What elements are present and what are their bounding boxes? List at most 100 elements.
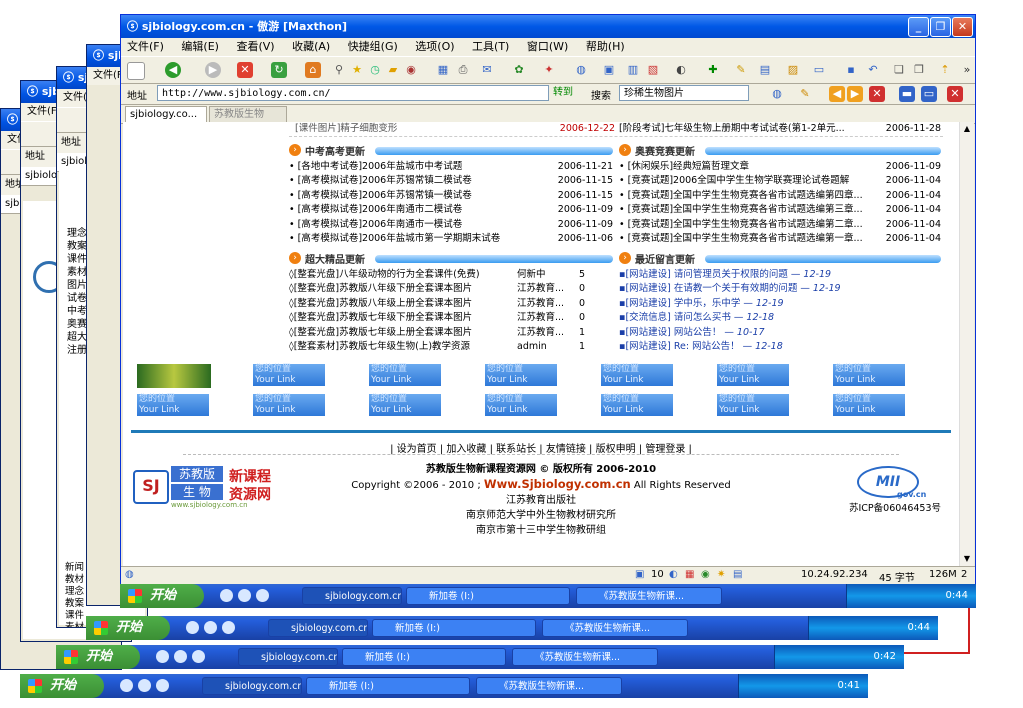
list-item[interactable]: • [各地中考试卷]2006年盐城市中考试题 2006-11-21 [289, 160, 613, 174]
home-icon[interactable]: ⌂ [305, 62, 321, 78]
copy-icon[interactable]: ❏ [891, 62, 907, 78]
folder-icon[interactable]: ▰ [385, 62, 401, 78]
list-item[interactable]: ◊[整套光盘]苏教版八年级下册全套课本图片 江苏教育... 0 [289, 282, 613, 296]
list-item[interactable]: ▪[网站建设] Re: 网站公告！ — 12-18 [619, 340, 941, 354]
list-item[interactable]: ▪[网站建设] 学中乐，乐中学 — 12-19 [619, 297, 941, 311]
list-item[interactable]: • [竞赛试题]全国中学生生物竞赛各省市试题选编第二章... 2006-11-04 [619, 218, 941, 232]
site-logo[interactable]: SJ 苏教版 新课程 生 物 资源网 www.sjbiology.com.cn [133, 466, 293, 510]
title-bar[interactable]: ⓢ sjbiology.com.cn - 傲游 [Maxthon] _ ❐ ✕ [121, 15, 975, 38]
desktop-icon[interactable] [220, 589, 233, 602]
cascade-icon[interactable]: ▭ [921, 86, 937, 102]
menu-favorites[interactable]: 收藏(A) [292, 40, 330, 53]
monitor-icon[interactable]: ▭ [811, 62, 827, 78]
refresh-icon[interactable]: ↻ [271, 62, 287, 78]
list-item[interactable]: ◊[整套光盘]苏教版七年级上册全套课本图片 江苏教育... 1 [289, 326, 613, 340]
desktop-icon[interactable] [120, 679, 133, 692]
tab-sjbiology[interactable]: sjbiology.co... [125, 106, 207, 122]
undo-icon[interactable]: ↶ [865, 62, 881, 78]
browser-icon[interactable] [174, 650, 187, 663]
go-button[interactable]: 转到 [553, 86, 583, 100]
clock[interactable]: 0:41 [838, 680, 860, 691]
list-item[interactable]: • [高考模拟试卷]2006年南通市一模试卷 2006-11-09 [289, 218, 613, 232]
list-item[interactable]: • [休闲娱乐]经典短篇哲理文章 2006-11-09 [619, 160, 941, 174]
menu-tools[interactable]: 工具(T) [472, 40, 509, 53]
collect-icon[interactable]: ◉ [403, 62, 419, 78]
history-icon[interactable]: ◷ [367, 62, 383, 78]
minimize-button[interactable]: _ [908, 17, 929, 37]
taskbar-task[interactable]: 《苏教版生物新课... [542, 619, 688, 637]
screen-icon[interactable]: ▣ [601, 62, 617, 78]
new-page-icon[interactable] [127, 62, 145, 80]
list-item[interactable]: [课件图片]精子细胞变形 2006-12-22 [295, 122, 615, 136]
prev-icon[interactable]: ◀ [829, 86, 845, 102]
maximize-button[interactable]: ❐ [930, 17, 951, 37]
taskbar-task[interactable]: sjbiology.com.cn... [238, 648, 338, 666]
toolbar-more-icon[interactable]: » [959, 62, 975, 78]
magic-fill-icon[interactable]: ▨ [785, 62, 801, 78]
link-slot[interactable]: 您的位置 Your Link [369, 394, 441, 416]
list-item[interactable]: [阶段考试]七年级生物上册期中考试试卷(第1-2单元... 2006-11-28 [619, 122, 941, 136]
list-item[interactable]: • [竞赛试题]全国中学生生物竞赛各省市试题选编第一章... 2006-11-04 [619, 232, 941, 246]
taskbar-task[interactable]: 新加卷 (I:) [306, 677, 470, 695]
list-item[interactable]: ◊[整套光盘]苏教版八年级上册全套课本图片 江苏教育... 0 [289, 297, 613, 311]
link-slot[interactable]: 您的位置 Your Link [485, 364, 557, 386]
vertical-scrollbar[interactable]: ▲ ▼ [959, 122, 974, 566]
menu-options[interactable]: 选项(O) [415, 40, 454, 53]
taskbar-task[interactable]: 《苏教版生物新课... [576, 587, 722, 605]
list-item[interactable]: ▪[网站建设] 网站公告！ — 10-17 [619, 326, 941, 340]
split-view-icon[interactable]: ▦ [435, 62, 451, 78]
taskbar-task[interactable]: 新加卷 (I:) [342, 648, 506, 666]
scroll-down-arrow-icon[interactable]: ▼ [960, 552, 974, 566]
media-icon[interactable] [192, 650, 205, 663]
mail-icon[interactable]: ✉ [479, 62, 495, 78]
icp-number[interactable]: 苏ICP备06046453号 [849, 500, 941, 514]
list-item[interactable]: • [高考模拟试卷]2006年苏锡常镇二模试卷 2006-11-15 [289, 174, 613, 188]
media-icon[interactable] [222, 621, 235, 634]
stop-icon[interactable]: ✕ [237, 62, 253, 78]
menu-help[interactable]: 帮助(H) [586, 40, 625, 53]
link-slot[interactable]: 您的位置 Your Link [369, 364, 441, 386]
menu-groups[interactable]: 快捷组(G) [348, 40, 398, 53]
status-ad-icon[interactable]: ◉ [701, 569, 710, 580]
save-icon[interactable]: ▪ [843, 62, 859, 78]
forward-arrow-icon[interactable]: ▶ [205, 62, 221, 78]
tile-icon[interactable]: ▬ [899, 86, 915, 102]
close-tab-icon[interactable]: ✕ [947, 86, 963, 102]
link-slot[interactable]: 您的位置 Your Link [137, 394, 209, 416]
paste-icon[interactable]: ❐ [911, 62, 927, 78]
link-slot[interactable]: 您的位置 Your Link [253, 364, 325, 386]
address-input[interactable]: http://www.sjbiology.com.cn/ [157, 85, 549, 101]
link-slot[interactable]: 您的位置 Your Link [833, 394, 905, 416]
list-item[interactable]: • [竞赛试题]2006全国中学生生物学联赛理论试卷题解 2006-11-04 [619, 174, 941, 188]
favorites-star-icon[interactable]: ★ [349, 62, 365, 78]
desktop-icon[interactable] [156, 650, 169, 663]
taskbar-task[interactable]: 《苏教版生物新课... [512, 648, 658, 666]
link-slot[interactable]: 您的位置 Your Link [833, 364, 905, 386]
ad-filter-icon[interactable]: ✚ [705, 62, 721, 78]
menu-file[interactable]: 文件(F) [127, 40, 164, 53]
start-button[interactable]: 开始 [86, 616, 170, 640]
list-item[interactable]: ▪[网站建设] 在请教一个关于有效期的问题 — 12-19 [619, 282, 941, 296]
menu-window[interactable]: 窗口(W) [527, 40, 568, 53]
taskbar-task[interactable]: 新加卷 (I:) [406, 587, 570, 605]
partner-banner-image[interactable] [137, 364, 211, 388]
taskbar-task[interactable]: sjbiology.com.cn... [268, 619, 368, 637]
search-input[interactable]: 珍稀生物图片 [619, 85, 749, 101]
print-icon[interactable]: ⎙ [455, 62, 471, 78]
close-button[interactable]: ✕ [952, 17, 973, 37]
list-item[interactable]: • [竞赛试题]全国中学生生物竞赛各省市试题选编第三章... 2006-11-04 [619, 203, 941, 217]
mii-badge[interactable]: MII gov.cn [845, 466, 929, 499]
skin-icon[interactable]: ◐ [673, 62, 689, 78]
status-tool-icon[interactable]: ✷ [717, 569, 725, 580]
list-item[interactable]: ◊[整套光盘]苏教版七年级下册全套课本图片 江苏教育... 0 [289, 311, 613, 325]
menu-edit[interactable]: 编辑(E) [181, 40, 219, 53]
plugin-icon[interactable]: ✦ [541, 62, 557, 78]
desktop-icon[interactable] [186, 621, 199, 634]
taskbar-task[interactable]: 《苏教版生物新课... [476, 677, 622, 695]
close-all-icon[interactable]: ✕ [869, 86, 885, 102]
list-item[interactable]: ◊[整套光盘]八年级动物的行为全套课件(免费) 何新中 5 [289, 268, 613, 282]
status-proxy-icon[interactable]: ▤ [733, 569, 742, 580]
search-icon[interactable]: ⚲ [331, 62, 347, 78]
tools-icon[interactable]: ✿ [511, 62, 527, 78]
link-slot[interactable]: 您的位置 Your Link [601, 394, 673, 416]
